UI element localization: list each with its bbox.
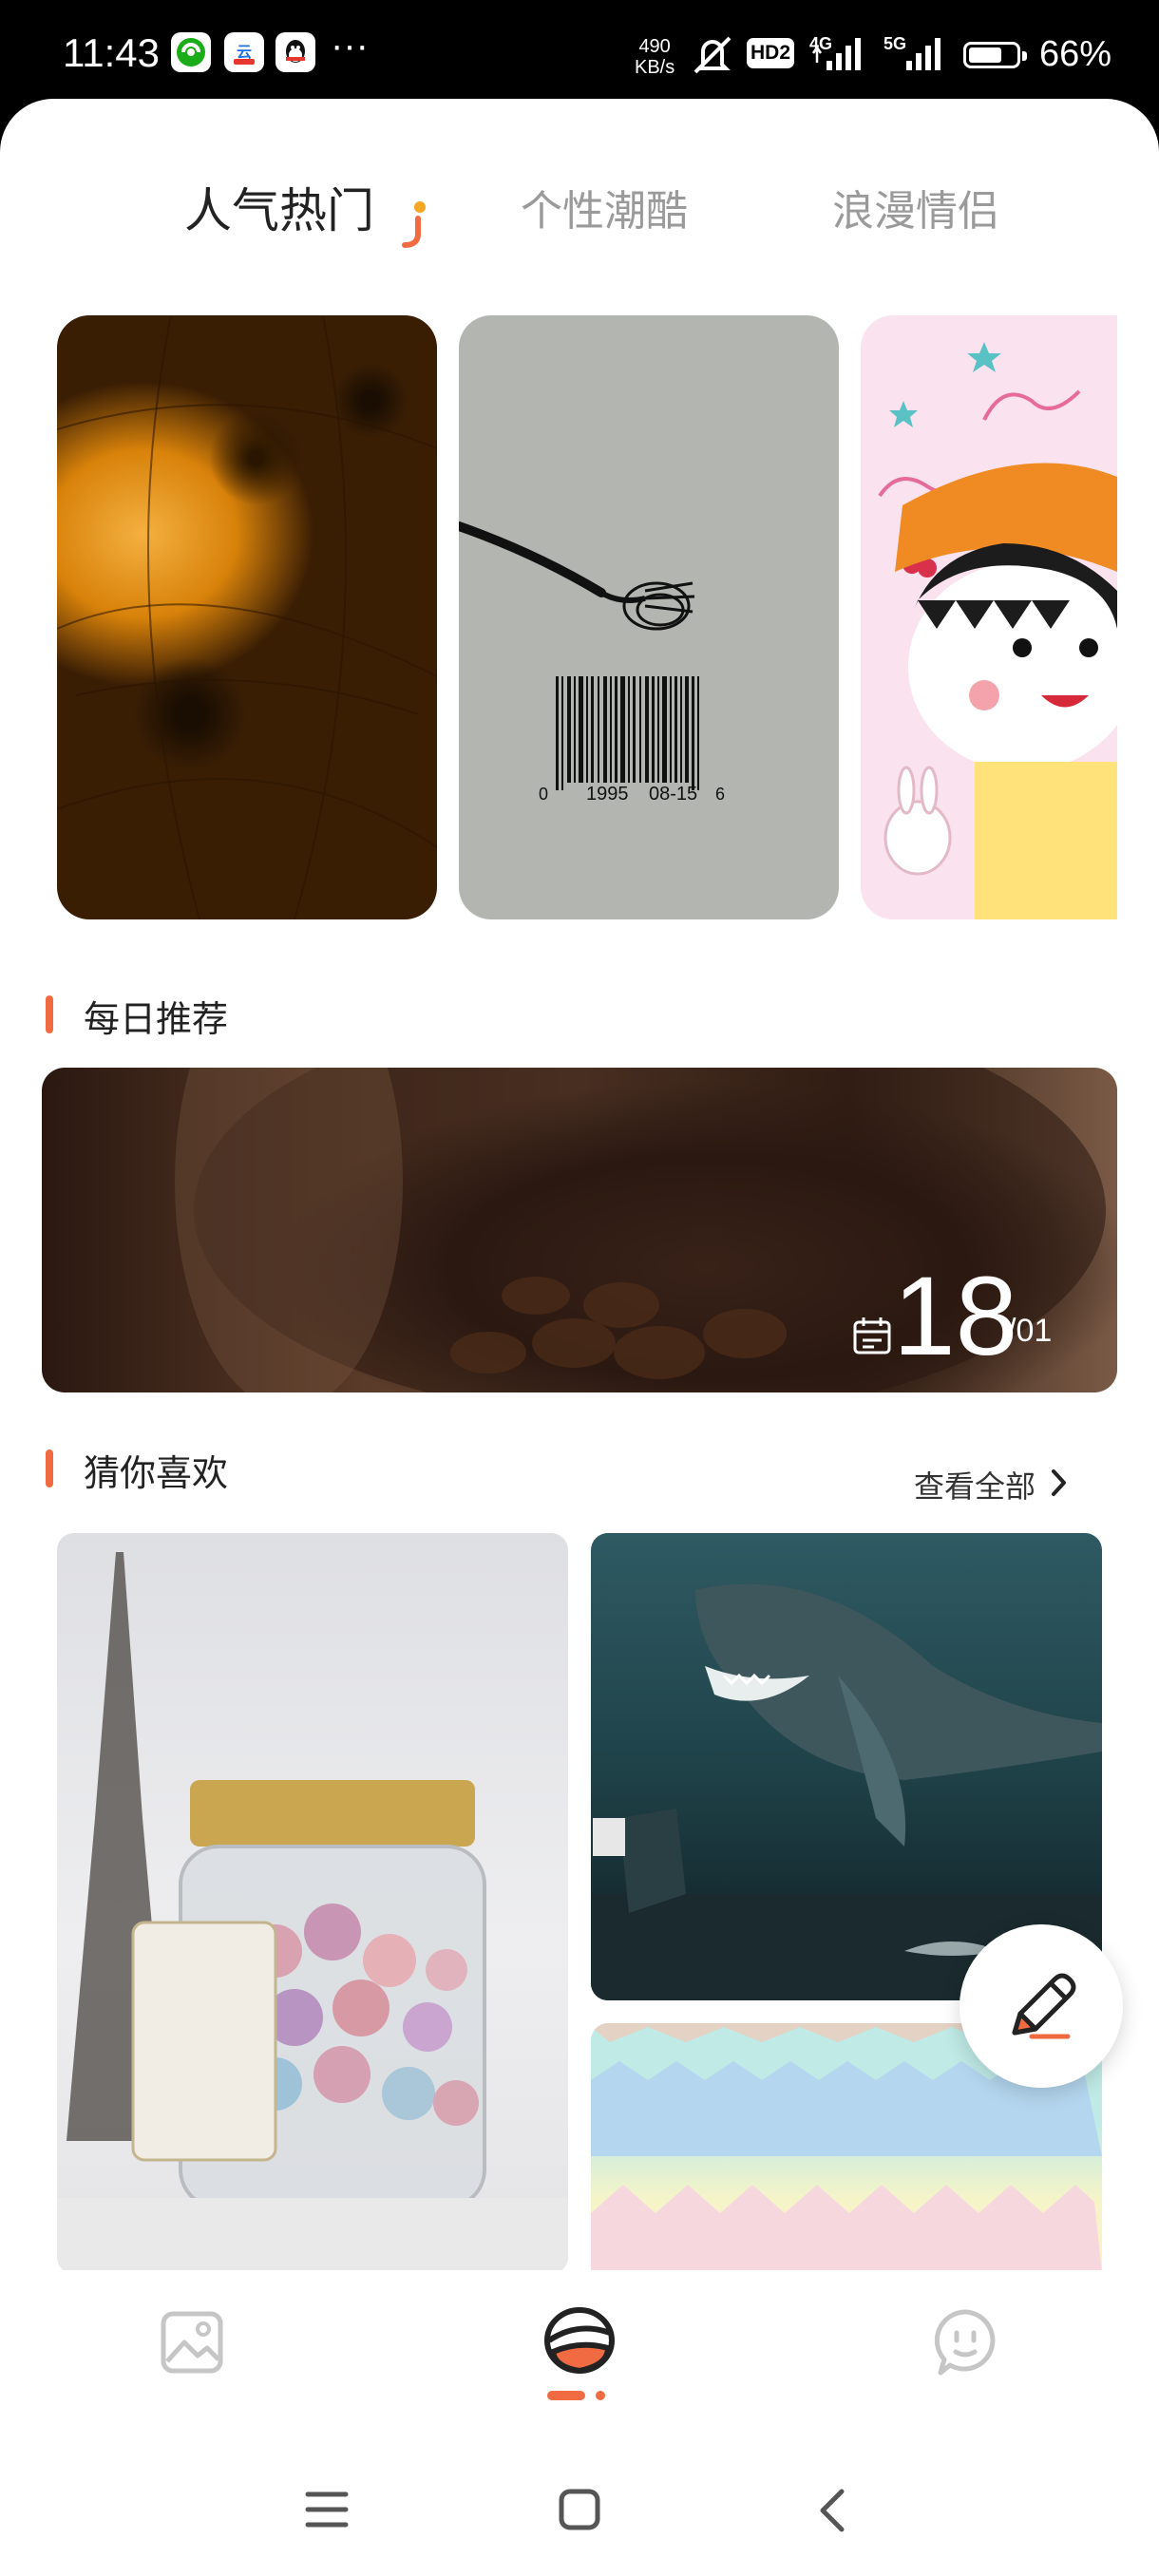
guess-section-title: 猜你喜欢 xyxy=(84,1452,229,1494)
edit-fab-button[interactable] xyxy=(960,1924,1123,2088)
section-accent-bar xyxy=(46,1449,53,1487)
gallery-icon[interactable] xyxy=(158,2308,226,2377)
barcode-digit-year: 1995 xyxy=(586,784,629,805)
barcode-digit-left: 0 xyxy=(539,785,548,804)
more-notifications: ··· xyxy=(331,25,369,66)
wallpaper-card-barcode[interactable]: 0 1995 08-15 6 xyxy=(459,315,839,919)
fork-barcode-art: 0 1995 08-15 6 xyxy=(459,521,725,805)
barcode-digit-right: 6 xyxy=(715,785,725,804)
status-bar: 11:43 云 ··· 490 KB/s HD2 4G 5G 66% xyxy=(0,0,1159,104)
active-nav-indicator xyxy=(547,2391,605,2400)
back-icon[interactable] xyxy=(815,2487,849,2534)
tab-popular[interactable]: 人气热门 xyxy=(184,173,374,241)
wallpaper-card-fractal[interactable] xyxy=(57,315,437,919)
see-all-link[interactable]: 查看全部 xyxy=(914,1463,1036,1506)
active-tab-indicator xyxy=(402,201,426,248)
wallpaper-card-cartoon[interactable] xyxy=(861,315,1117,919)
chevron-right-icon[interactable] xyxy=(1049,1467,1070,1499)
battery-icon xyxy=(963,42,1027,68)
net-speed-unit: KB/s xyxy=(635,57,675,78)
mute-icon xyxy=(694,36,732,74)
signal-1-icon xyxy=(811,38,861,70)
candy-jar-image xyxy=(57,1552,568,2274)
svg-text:云: 云 xyxy=(237,43,252,61)
barcode-digit-date: 08-15 xyxy=(649,784,697,805)
qq-app-icon xyxy=(276,32,315,72)
home-icon[interactable] xyxy=(557,2487,602,2532)
net-speed: 490 KB/s xyxy=(635,36,674,78)
daily-month: /01 xyxy=(1007,1313,1053,1349)
hd-voice-badge: HD2 xyxy=(747,38,794,68)
battery-percent: 66% xyxy=(1039,34,1112,74)
message-icon[interactable] xyxy=(931,2306,999,2378)
calendar-icon xyxy=(853,1317,891,1354)
main-content: 人气热门 个性潮酷 浪漫情侣 0 1995 08-15 6 每日推荐 18 /0… xyxy=(0,99,1159,2576)
discover-icon[interactable] xyxy=(540,2302,619,2378)
cartoon-art xyxy=(878,342,1117,919)
status-time: 11:43 xyxy=(63,30,160,75)
wallpaper-tile-candy[interactable] xyxy=(57,1533,568,2274)
daily-section-title: 每日推荐 xyxy=(84,998,229,1040)
tab-couple[interactable]: 浪漫情侣 xyxy=(832,177,999,237)
wechat-app-icon xyxy=(171,32,211,72)
cloud-app-icon: 云 xyxy=(224,32,264,72)
daily-day: 18 xyxy=(893,1254,1018,1379)
menu-icon[interactable] xyxy=(304,2489,350,2530)
net-speed-value: 490 xyxy=(638,36,671,57)
bottom-nav xyxy=(0,2270,1159,2576)
pen-icon xyxy=(1012,1973,1076,2039)
tab-cool[interactable]: 个性潮酷 xyxy=(521,177,688,237)
signal-2-icon xyxy=(906,38,940,70)
section-accent-bar xyxy=(46,995,53,1033)
fractal-lines xyxy=(57,315,437,919)
